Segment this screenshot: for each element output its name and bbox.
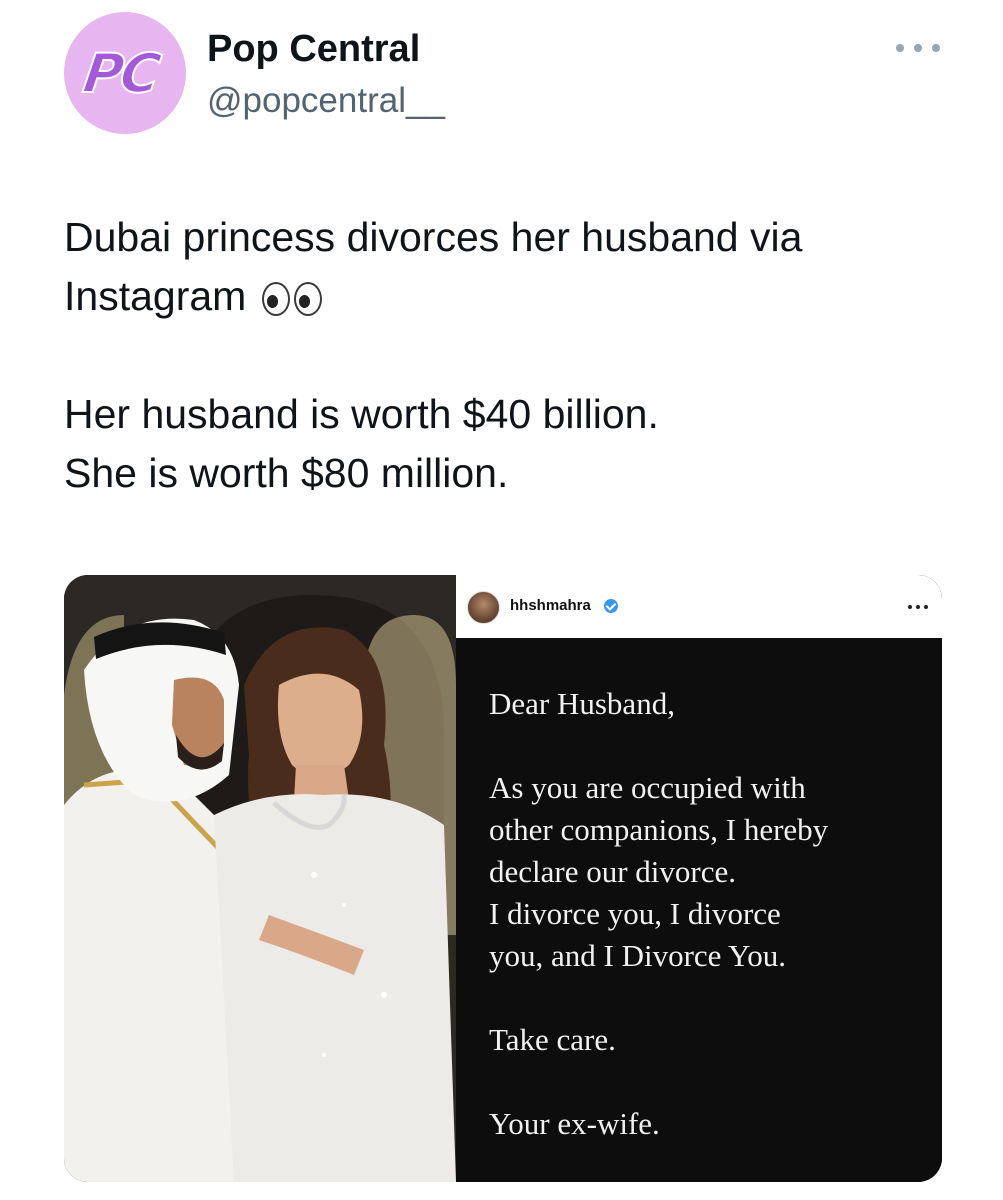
letter-line: other companions, I hereby	[489, 812, 829, 847]
more-dot-icon	[932, 44, 940, 52]
profile-avatar[interactable]: PC	[64, 12, 186, 134]
more-dot-icon	[896, 44, 904, 52]
avatar-logo-text: PC	[79, 41, 163, 106]
more-dot-icon	[914, 44, 922, 52]
letter-line: I divorce you, I divorce	[489, 896, 781, 931]
instagram-avatar[interactable]	[467, 591, 500, 624]
tweet-media[interactable]: hhshmahra Dear Husband, As you are occup…	[64, 575, 942, 1182]
letter-line: declare our divorce.	[489, 854, 737, 889]
more-dot-icon	[916, 605, 920, 609]
divorce-letter: Dear Husband, As you are occupied with o…	[489, 683, 929, 1145]
more-options-button[interactable]	[896, 36, 940, 60]
tweet-line: Dubai princess divorces her husband via	[64, 214, 803, 260]
user-handle[interactable]: @popcentral__	[207, 80, 445, 122]
tweet-line: She is worth $80 million.	[64, 450, 509, 496]
eyes-emoji-icon	[261, 282, 324, 317]
instagram-post[interactable]: hhshmahra Dear Husband, As you are occup…	[456, 575, 942, 1182]
tweet-text: Dubai princess divorces her husband via …	[64, 208, 944, 503]
tweet-card: PC Pop Central @popcentral__ Dubai princ…	[0, 0, 1003, 1200]
display-name[interactable]: Pop Central	[207, 26, 420, 72]
instagram-more-button[interactable]	[908, 597, 928, 617]
instagram-username[interactable]: hhshmahra	[510, 596, 591, 616]
verified-badge-icon	[604, 599, 618, 613]
more-dot-icon	[924, 605, 928, 609]
tweet-line: Instagram	[64, 273, 247, 319]
tweet-line: Her husband is worth $40 billion.	[64, 391, 659, 437]
letter-line: you, and I Divorce You.	[489, 938, 787, 973]
couple-photo[interactable]	[64, 575, 456, 1182]
letter-closing: Take care.	[489, 1022, 616, 1057]
letter-signature: Your ex-wife.	[489, 1106, 660, 1141]
tweet-line-with-emoji: Instagram	[64, 267, 944, 326]
letter-salutation: Dear Husband,	[489, 686, 675, 721]
couple-photo-illustration	[64, 575, 456, 1182]
instagram-post-header: hhshmahra	[456, 575, 942, 638]
more-dot-icon	[908, 605, 912, 609]
letter-line: As you are occupied with	[489, 770, 806, 805]
